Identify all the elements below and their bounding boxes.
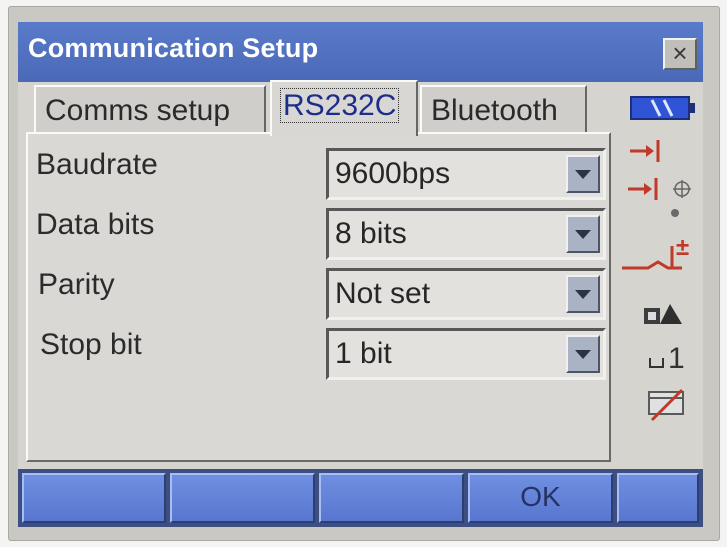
no-edit-icon[interactable] — [646, 384, 688, 424]
dot-icon — [671, 209, 679, 217]
baudrate-dropdown-button[interactable] — [566, 155, 600, 193]
battery-icon[interactable] — [630, 94, 698, 122]
chevron-down-icon — [575, 229, 591, 239]
prism-person-icon[interactable] — [642, 298, 686, 328]
close-icon: × — [672, 38, 688, 68]
parity-select[interactable]: Not set — [326, 268, 606, 320]
stop-bit-label: Stop bit — [40, 328, 142, 361]
baudrate-label: Baudrate — [36, 148, 158, 181]
chevron-down-icon — [575, 169, 591, 179]
window-title: Communication Setup — [28, 33, 319, 63]
parity-dropdown-button[interactable] — [566, 275, 600, 313]
plus-icon: ± — [676, 234, 690, 261]
screen: Communication Setup × Comms setup RS232C… — [18, 22, 703, 527]
baudrate-select[interactable]: 9600bps — [326, 148, 606, 200]
data-bits-label: Data bits — [36, 208, 155, 241]
close-button[interactable]: × — [663, 38, 697, 70]
chevron-down-icon — [575, 289, 591, 299]
tab-label: Comms setup — [45, 94, 231, 127]
data-bits-select[interactable]: 8 bits — [326, 208, 606, 260]
status-sidebar: ± 1 — [616, 84, 703, 464]
tab-bluetooth[interactable]: Bluetooth — [420, 85, 587, 133]
softkey-5[interactable] — [617, 473, 699, 523]
parity-value: Not set — [335, 277, 431, 310]
stop-bit-dropdown-button[interactable] — [566, 335, 600, 373]
target-arrow-icon[interactable] — [628, 136, 668, 166]
chevron-down-icon — [575, 349, 591, 359]
stop-bit-value: 1 bit — [335, 337, 392, 370]
tilt-plus-icon[interactable] — [620, 234, 702, 276]
ok-button[interactable]: OK — [468, 473, 613, 523]
parity-label: Parity — [38, 268, 115, 301]
softkey-3[interactable] — [319, 473, 464, 523]
data-bits-value: 8 bits — [335, 217, 407, 250]
softkey-bar: OK — [18, 469, 703, 527]
title-bar: Communication Setup × — [18, 22, 703, 82]
tab-label: Bluetooth — [431, 94, 558, 127]
tab-comms-setup[interactable]: Comms setup — [34, 85, 266, 133]
data-bits-dropdown-button[interactable] — [566, 215, 600, 253]
constant-icon — [649, 358, 664, 368]
stop-bit-select[interactable]: 1 bit — [326, 328, 606, 380]
softkey-1[interactable] — [22, 473, 166, 523]
constant-value: 1 — [668, 342, 685, 375]
rs232c-panel: Baudrate 9600bps Data bits 8 bits Parity… — [26, 132, 611, 462]
target-arrow-crosshair-icon[interactable] — [626, 172, 696, 204]
baudrate-value: 9600bps — [335, 157, 451, 190]
tab-label: RS232C — [279, 88, 400, 123]
tab-rs232c[interactable]: RS232C — [270, 80, 418, 136]
softkey-2[interactable] — [170, 473, 315, 523]
